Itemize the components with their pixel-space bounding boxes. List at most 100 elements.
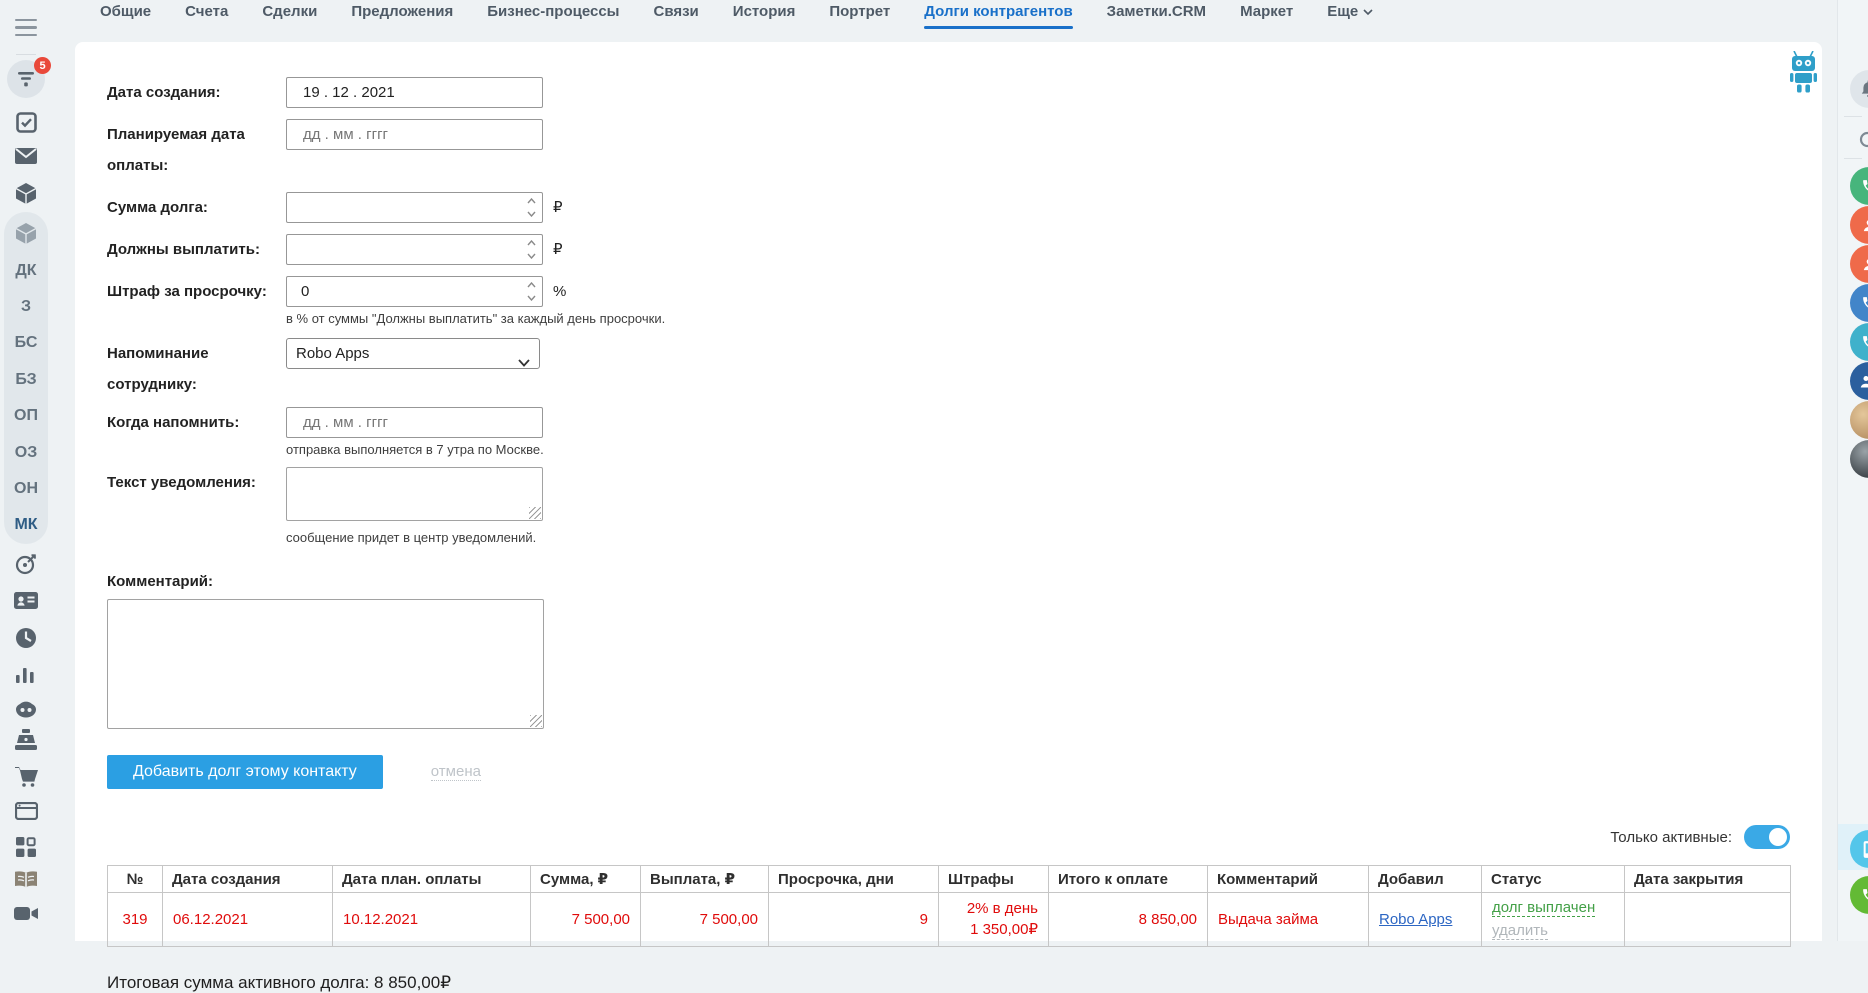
payout-input[interactable] [286,234,543,265]
percent-sign: % [553,283,567,300]
sidebar-item-oz[interactable]: ОЗ [0,444,52,462]
person-orange-icon[interactable] [1850,206,1868,244]
search-icon[interactable] [1850,122,1868,160]
creation-date-input[interactable] [286,77,543,108]
ruble-sign: ₽ [553,199,563,216]
id-card-icon[interactable] [0,592,52,609]
cell-close-date [1624,892,1791,947]
fine-sum: 1 350,00₽ [970,920,1038,938]
phone-lime-icon[interactable] [1850,876,1868,914]
status-delete-link[interactable]: удалить [1492,922,1548,940]
only-active-toggle[interactable] [1744,825,1790,849]
tab-notes[interactable]: Заметки.CRM [1107,3,1206,29]
sidebar-item-z[interactable]: З [0,298,52,316]
sidebar-item-dk[interactable]: ДК [0,262,52,280]
cash-register-icon[interactable] [0,729,52,751]
tab-links[interactable]: Связи [653,3,698,29]
phone-teal-icon[interactable] [1850,323,1868,361]
clock-icon[interactable] [0,627,52,649]
cell-status: долг выплачен удалить [1481,892,1625,947]
cart-icon[interactable] [0,766,52,787]
tasks-checkbox-icon[interactable] [0,112,52,133]
right-sidebar [1837,0,1868,941]
people-navy-icon[interactable] [1850,362,1868,400]
phone-green-icon[interactable] [1850,167,1868,205]
added-by-link[interactable]: Robo Apps [1379,911,1452,928]
sidebar-item-bz[interactable]: БЗ [0,371,52,389]
payout-label: Должны выплатить: [107,241,260,258]
reminder-employee-label: Напоминание сотруднику: [107,345,209,393]
robot-icon [1790,50,1817,98]
tab-quotes[interactable]: Предложения [351,3,453,29]
debt-amount-label: Сумма долга: [107,199,208,216]
number-spinner-icon[interactable] [524,282,538,301]
filter-button[interactable]: 5 [0,57,52,98]
resize-grip-icon[interactable] [530,715,542,727]
tab-history[interactable]: История [733,3,796,29]
selected-employee: Robo Apps [296,345,370,362]
cancel-link[interactable]: отмена [430,763,481,781]
notification-text-label: Текст уведомления: [107,474,256,491]
tab-bizproc[interactable]: Бизнес-процессы [487,3,619,29]
col-added-by: Добавил [1368,865,1482,893]
tab-debts[interactable]: Долги контрагентов [924,3,1072,29]
notifications-bell-icon[interactable] [1850,70,1868,108]
cell-overdue: 9 [768,892,939,947]
chevron-down-icon [518,348,530,377]
number-spinner-icon[interactable] [524,240,538,259]
col-created: Дата создания [162,865,333,893]
tab-more[interactable]: Еще [1327,3,1373,29]
cube-icon[interactable] [0,222,52,245]
planned-date-label: Планируемая дата оплаты: [107,126,245,174]
cell-number: 319 [107,892,163,947]
tab-invoices[interactable]: Счета [185,3,228,29]
divider [16,54,36,55]
target-icon[interactable] [0,553,52,575]
phone-blue-icon[interactable] [1850,284,1868,322]
hamburger-menu-icon[interactable] [0,16,52,39]
avatar[interactable] [1850,440,1868,478]
add-debt-button[interactable]: Добавить долг этому контакту [107,755,383,789]
grid-icon[interactable] [0,837,52,857]
col-total: Итого к оплате [1048,865,1208,893]
number-spinner-icon[interactable] [524,198,538,217]
resize-grip-icon[interactable] [529,507,541,519]
filter-count-badge: 5 [34,57,51,74]
tab-market[interactable]: Маркет [1240,3,1293,29]
status-paid-link[interactable]: долг выплачен [1492,899,1596,917]
book-icon[interactable] [0,871,52,889]
video-camera-icon[interactable] [0,906,52,921]
penalty-input[interactable] [286,276,543,307]
col-fines: Штрафы [938,865,1049,893]
reminder-employee-select[interactable]: Robo Apps [286,338,540,369]
comment-textarea[interactable] [107,599,544,729]
tab-portrait[interactable]: Портрет [829,3,890,29]
cell-created: 06.12.2021 [162,892,333,947]
tab-deals[interactable]: Сделки [262,3,317,29]
sidebar-item-op[interactable]: ОП [0,407,52,425]
cube-icon[interactable] [0,182,52,205]
cell-comment: Выдача займа [1207,892,1369,947]
bar-chart-icon[interactable] [0,665,52,683]
notification-help-text: сообщение придет в центр уведомлений. [286,530,537,545]
fine-rate: 2% в день [966,900,1038,918]
person-orange-icon[interactable] [1850,245,1868,283]
ruble-sign: ₽ [553,241,563,258]
sidebar-item-bs[interactable]: БС [0,334,52,352]
sidebar-item-on[interactable]: ОН [0,480,52,498]
sidebar-item-mk[interactable]: МК [0,516,52,534]
table-header-row: № Дата создания Дата план. оплаты Сумма,… [107,865,1791,893]
active-debt-total: Итоговая сумма активного долга: 8 850,00… [107,973,1822,993]
reminder-date-input[interactable] [286,407,543,438]
mail-icon[interactable] [0,148,52,164]
col-number: № [107,865,163,893]
robot-head-icon[interactable] [0,700,52,718]
tab-general[interactable]: Общие [100,3,151,29]
avatar[interactable] [1850,401,1868,439]
debt-amount-input[interactable] [286,192,543,223]
cell-added-by: Robo Apps [1368,892,1482,947]
only-active-label: Только активные: [1610,828,1732,846]
window-icon[interactable] [0,802,52,820]
notification-textarea[interactable] [286,467,543,521]
planned-date-input[interactable] [286,119,543,150]
